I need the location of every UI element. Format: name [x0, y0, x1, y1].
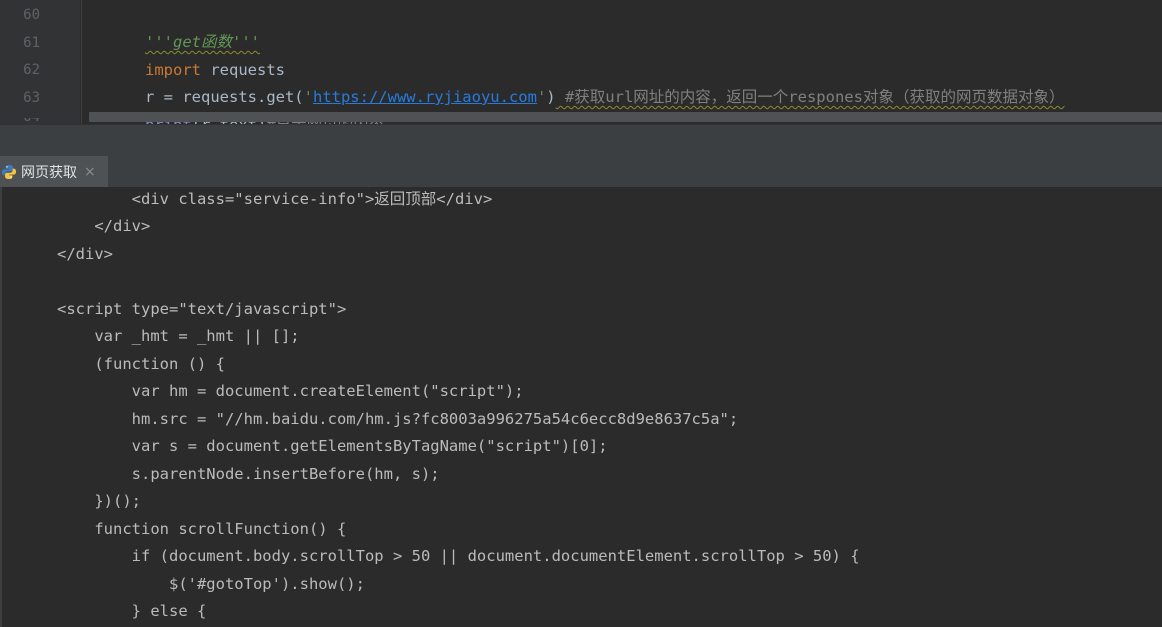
- console-line: var _hmt = _hmt || [];: [57, 327, 300, 345]
- close-paren: ): [546, 88, 556, 106]
- console-line: function scrollFunction() {: [57, 520, 347, 538]
- ide-window: 60 61 62 63 64 '''get函数''' import reques…: [0, 0, 1162, 627]
- code-line-62[interactable]: r = requests.get('https://www.ryjiaoyu.c…: [89, 57, 1064, 106]
- code-line-63[interactable]: print(r.text)#显示网页的内容: [89, 85, 384, 124]
- console-line: </div>: [57, 245, 113, 263]
- console-line: <script type="text/javascript">: [57, 300, 347, 318]
- console-line: (function () {: [57, 355, 225, 373]
- console-line: } else {: [57, 602, 207, 620]
- console-left-edge: [0, 187, 2, 627]
- code-line-60[interactable]: '''get函数''': [89, 2, 260, 51]
- console-line: hm.src = "//hm.baidu.com/hm.js?fc8003a99…: [57, 410, 739, 428]
- line-number: 63: [23, 90, 40, 106]
- code-line-61[interactable]: import requests: [89, 30, 285, 79]
- console-line: <div class="service-info">返回顶部</div>: [57, 190, 493, 208]
- horizontal-scrollbar[interactable]: [89, 112, 1162, 122]
- inline-comment: #获取url网址的内容，返回一个respones对象（获取的网页数据对象）: [555, 88, 1065, 106]
- code-editor[interactable]: 60 61 62 63 64 '''get函数''' import reques…: [0, 0, 1162, 124]
- gutter-separator: [81, 0, 82, 124]
- console-line: $('#gotoTop').show();: [57, 575, 365, 593]
- console-line: })();: [57, 492, 141, 510]
- line-number: 61: [23, 35, 40, 51]
- console-line: s.parentNode.insertBefore(hm, s);: [57, 465, 440, 483]
- line-number: 60: [23, 7, 40, 23]
- console-output[interactable]: <div class="service-info">返回顶部</div> </d…: [0, 187, 1162, 627]
- run-tab-bar: 网页获取 ×: [0, 156, 1162, 188]
- line-number: 62: [23, 62, 40, 78]
- tab-run-config[interactable]: 网页获取 ×: [0, 156, 108, 187]
- tab-label: 网页获取: [21, 164, 77, 181]
- console-line: </div>: [57, 217, 151, 235]
- close-icon[interactable]: ×: [84, 164, 96, 180]
- console-line: if (document.body.scrollTop > 50 || docu…: [57, 547, 860, 565]
- python-icon: [2, 164, 16, 179]
- console-line: var s = document.getElementsByTagName("s…: [57, 437, 608, 455]
- console-line: var hm = document.createElement("script"…: [57, 382, 524, 400]
- string-quote: ': [536, 88, 547, 106]
- panel-divider[interactable]: [0, 124, 1162, 157]
- line-number-gutter: 60 61 62 63 64: [0, 0, 80, 124]
